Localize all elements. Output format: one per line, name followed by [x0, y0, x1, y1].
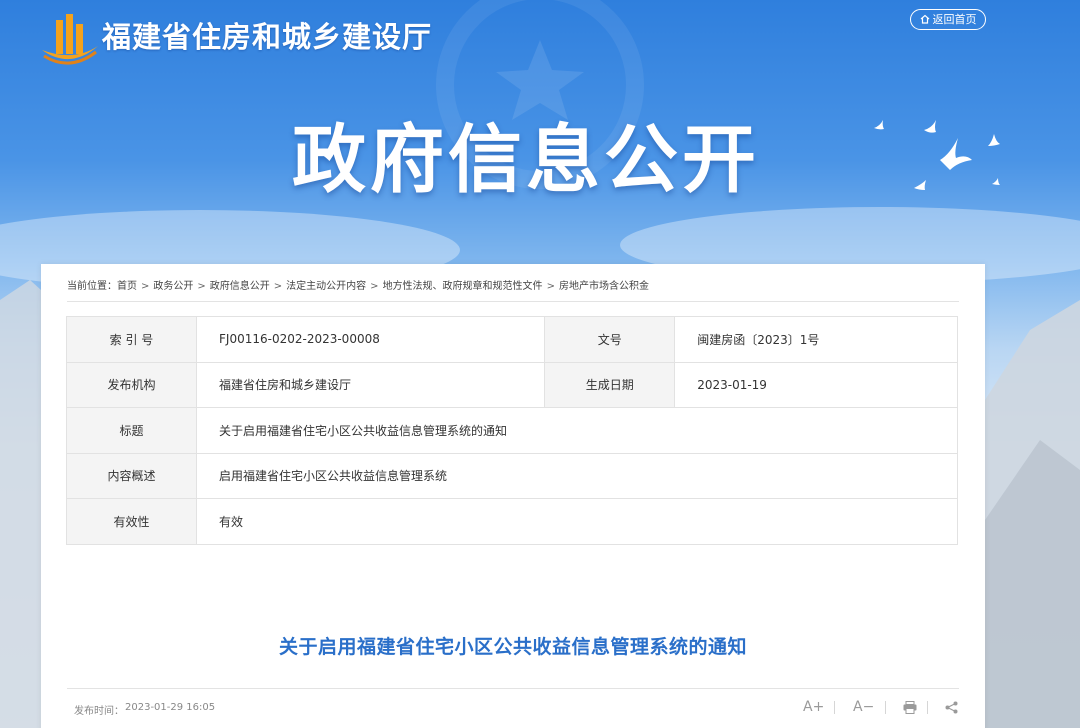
breadcrumb-item-info-disclosure[interactable]: 政府信息公开 [210, 281, 270, 292]
toolbar-divider [885, 701, 886, 714]
issuer-label: 发布机构 [66, 361, 197, 408]
table-row: 内容概述 启用福建省住宅小区公共收益信息管理系统 [66, 452, 958, 499]
validity-label: 有效性 [66, 498, 197, 545]
title-value: 关于启用福建省住宅小区公共收益信息管理系统的通知 [196, 407, 958, 454]
home-icon [920, 14, 929, 24]
breadcrumb-separator: > [141, 281, 150, 292]
publish-time-label: 发布时间： [74, 706, 124, 717]
summary-value: 启用福建省住宅小区公共收益信息管理系统 [196, 452, 958, 499]
table-row: 发布机构 福建省住房和城乡建设厅 生成日期 2023-01-19 [66, 361, 958, 408]
date-label: 生成日期 [544, 361, 676, 408]
toolbar-divider [927, 701, 928, 714]
metadata-table: 索 引 号 FJ00116-0202-2023-00008 文号 闽建房函〔20… [66, 316, 958, 545]
banner-title: 政府信息公开 [292, 117, 760, 203]
breadcrumb-separator: > [197, 281, 206, 292]
breadcrumb-item-home[interactable]: 首页 [117, 281, 137, 292]
publish-time-value: 2023-01-29 16:05 [125, 702, 216, 713]
site-title: 福建省住房和城乡建设厅 [102, 20, 433, 54]
logo-icon [42, 14, 98, 65]
breadcrumb-prefix: 当前位置： [67, 281, 117, 292]
font-decrease-button[interactable]: A− [853, 699, 874, 715]
docno-label: 文号 [544, 316, 676, 363]
article-info-bar: 发布时间： 2023-01-29 16:05 A+ A− [67, 688, 959, 728]
breadcrumb-item-gov-affairs[interactable]: 政务公开 [153, 281, 193, 292]
breadcrumb-item-regulations[interactable]: 地方性法规、政府规章和规范性文件 [383, 281, 543, 292]
table-row: 标题 关于启用福建省住宅小区公共收益信息管理系统的通知 [66, 407, 958, 454]
home-button-label: 返回首页 [932, 13, 977, 26]
article-title: 关于启用福建省住宅小区公共收益信息管理系统的通知 [278, 636, 747, 658]
index-value: FJ00116-0202-2023-00008 [195, 316, 546, 363]
index-label: 索 引 号 [66, 316, 197, 363]
toolbar-divider [834, 701, 835, 714]
home-button[interactable]: 返回首页 [910, 9, 986, 30]
breadcrumb-separator: > [370, 281, 379, 292]
content-panel: 当前位置：首页 > 政务公开 > 政府信息公开 > 法定主动公开内容 > 地方性法规、政府规章和… [41, 264, 985, 728]
print-icon [903, 701, 917, 714]
validity-value: 有效 [196, 498, 958, 545]
breadcrumb-item-real-estate[interactable]: 房地产市场含公积金 [559, 281, 649, 292]
breadcrumb: 当前位置：首页 > 政务公开 > 政府信息公开 > 法定主动公开内容 > 地方性法规、政府规章和… [67, 280, 959, 302]
issuer-value: 福建省住房和城乡建设厅 [195, 361, 546, 408]
breadcrumb-item-statutory-content[interactable]: 法定主动公开内容 [286, 281, 366, 292]
breadcrumb-separator: > [273, 281, 283, 292]
table-row: 有效性 有效 [66, 498, 958, 545]
table-row: 索 引 号 FJ00116-0202-2023-00008 文号 闽建房函〔20… [66, 316, 958, 363]
print-button[interactable] [903, 701, 917, 718]
font-increase-button[interactable]: A+ [803, 699, 824, 715]
doves-icon [874, 120, 1000, 190]
share-button[interactable] [945, 701, 958, 718]
summary-label: 内容概述 [66, 452, 197, 499]
breadcrumb-separator: > [546, 281, 555, 292]
title-label: 标题 [66, 407, 197, 454]
date-value: 2023-01-19 [674, 361, 958, 408]
share-icon [945, 701, 958, 714]
docno-value: 闽建房函〔2023〕1号 [674, 316, 958, 363]
